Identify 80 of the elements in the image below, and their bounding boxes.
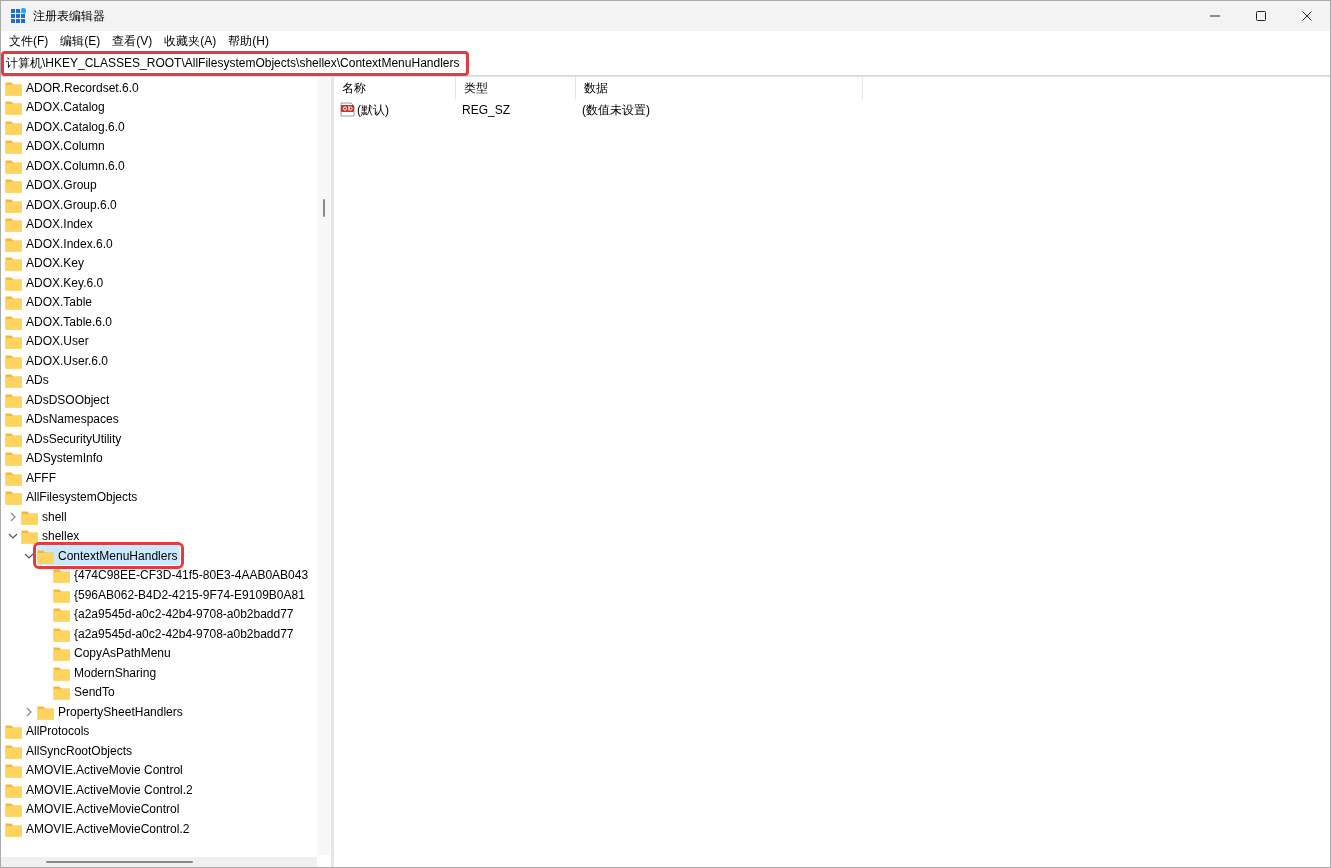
tree-item[interactable]: ADOX.Index.6.0 [5,234,116,254]
tree-item[interactable]: ADOX.Key.6.0 [5,273,107,293]
tree-item[interactable]: ADOX.Column.6.0 [5,156,128,176]
chevron-right-icon[interactable] [8,511,18,522]
tree-item[interactable]: AMOVIE.ActiveMovieControl [5,799,183,819]
tree-item[interactable]: ADOX.Column [5,136,108,156]
tree-item[interactable]: ADOX.Catalog.6.0 [5,117,128,137]
folder-icon [5,762,23,779]
folder-icon [5,294,23,311]
folder-icon [5,723,23,740]
folder-icon [5,216,23,233]
folder-icon [53,684,71,701]
tree-item[interactable]: {474C98EE-CF3D-41f5-80E3-4AAB0AB043 [53,565,312,585]
folder-icon [5,801,23,818]
column-header[interactable]: 类型 [456,77,576,100]
folder-icon [53,645,71,662]
scrollbar[interactable] [317,77,331,855]
folder-icon [53,567,71,584]
tree-item[interactable]: SendTo [53,682,118,702]
tree-item[interactable]: ADOX.Table.6.0 [5,312,116,332]
column-header[interactable]: 名称 [334,77,456,100]
maximize-icon [1256,11,1266,21]
address-field[interactable]: 计算机\HKEY_CLASSES_ROOT\AllFilesystemObjects\shellex\ContextMenuHandlers [1,51,469,76]
folder-icon [5,489,23,506]
folder-icon [5,411,23,428]
tree-item[interactable]: ADOX.User.6.0 [5,351,112,371]
tree-item[interactable]: AMOVIE.ActiveMovie Control.2 [5,780,196,800]
tree-item[interactable]: ADsDSOObject [5,390,113,410]
tree-item[interactable]: AllProtocols [5,721,93,741]
tree-item[interactable]: AllFilesystemObjects [5,487,141,507]
tree-item[interactable]: CopyAsPathMenu [53,643,174,663]
scroll-thumb[interactable] [46,861,193,863]
tree-item[interactable]: ADOX.Catalog [5,97,108,117]
tree-item[interactable]: ADs [5,370,52,390]
tree-item[interactable]: ADOX.Group [5,175,100,195]
tree-item[interactable]: PropertySheetHandlers [37,702,186,722]
menu-item[interactable]: 编辑(E) [54,32,107,50]
tree-item[interactable]: ADOX.Index [5,214,96,234]
tree-item[interactable]: AFFF [5,468,59,488]
tree-item[interactable]: {a2a9545d-a0c2-42b4-9708-a0b2badd77 [53,604,297,624]
menu-item[interactable]: 文件(F) [3,32,55,50]
tree-item[interactable]: ADOX.Key [5,253,88,273]
tree-item[interactable]: {a2a9545d-a0c2-42b4-9708-a0b2badd77 [53,624,297,644]
folder-icon [5,255,23,272]
menu-item[interactable]: 查看(V) [106,32,159,50]
folder-icon [5,372,23,389]
tree-item[interactable]: ADOX.Table [5,292,96,312]
scrollbar[interactable] [1,857,317,867]
close-icon [1302,11,1312,21]
tree-item[interactable]: ADSystemInfo [5,448,106,468]
app-icon [10,8,26,24]
string-value-icon [340,102,356,118]
tree-item[interactable]: shell [21,507,70,527]
tree-item[interactable]: ADsNamespaces [5,409,122,429]
folder-icon [5,99,23,116]
value-name: (默认) [357,101,389,119]
tree-item[interactable]: ADOR.Recordset.6.0 [5,78,142,98]
folder-icon [5,177,23,194]
menu-item[interactable]: 帮助(H) [222,32,275,50]
tree-item[interactable]: ADOX.User [5,331,92,351]
tree-item[interactable]: AllSyncRootObjects [5,741,136,761]
menu-item[interactable]: 收藏夹(A) [158,32,223,50]
tree-item[interactable]: AMOVIE.ActiveMovie Control [5,760,186,780]
value-data: (数值未设置) [581,101,651,119]
value-type: REG_SZ [461,103,511,117]
column-header[interactable]: 数据 [576,77,863,100]
folder-icon [5,333,23,350]
tree-item[interactable]: {596AB062-B4D2-4215-9F74-E9109B0A81 [53,585,308,605]
tree-item[interactable]: ModernSharing [53,663,160,683]
scroll-thumb[interactable] [323,199,325,217]
chevron-right-icon[interactable] [24,706,34,717]
tree-item[interactable]: ADsSecurityUtility [5,429,125,449]
folder-icon [21,528,39,545]
folder-icon [5,138,23,155]
tree-item[interactable]: shellex [21,526,83,546]
folder-icon [5,450,23,467]
folder-icon [53,606,71,623]
tree-item[interactable]: ADOX.Group.6.0 [5,195,120,215]
tree-item[interactable]: AMOVIE.ActiveMovieControl.2 [5,819,193,839]
window-title: 注册表编辑器 [33,7,105,25]
